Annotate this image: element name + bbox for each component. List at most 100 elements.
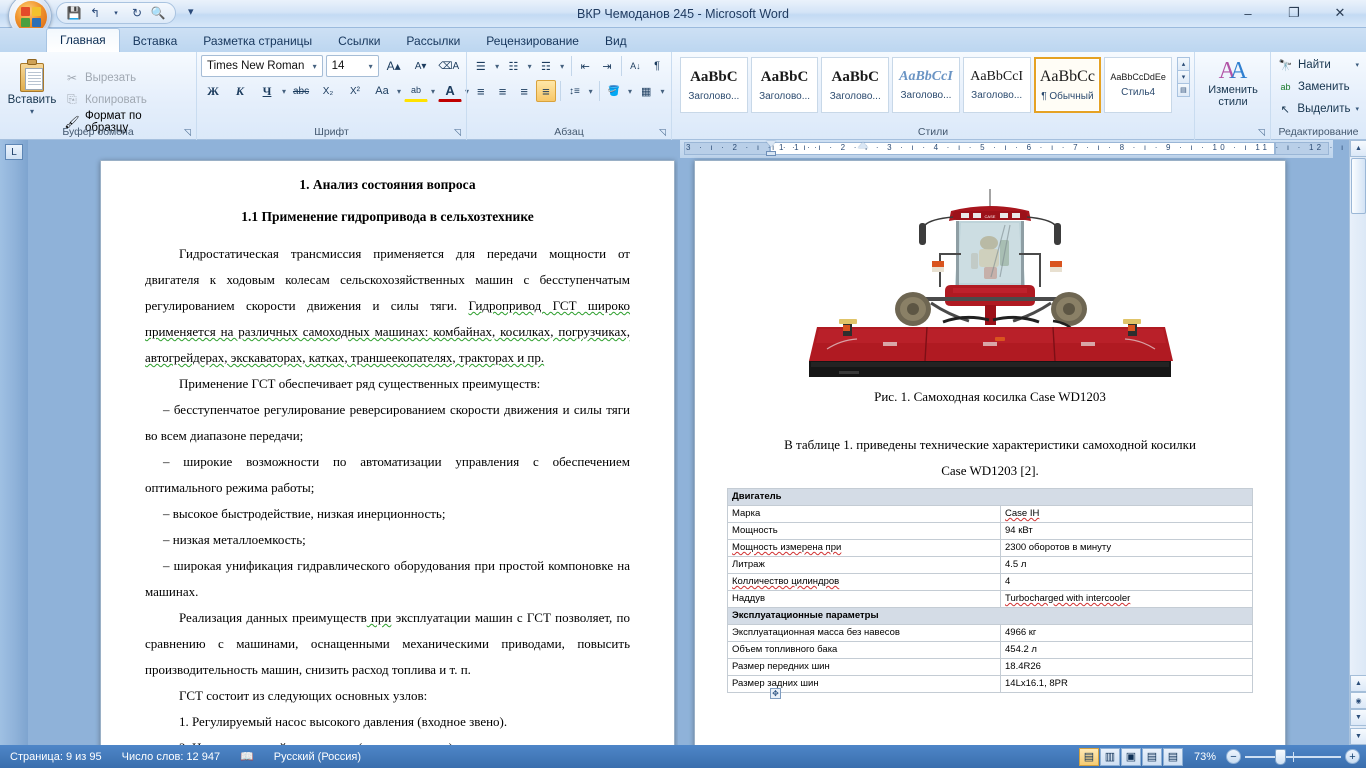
decrease-indent-button[interactable]: ⇤ xyxy=(575,55,595,77)
zoom-slider-thumb[interactable] xyxy=(1275,748,1286,765)
view-print-layout-icon[interactable]: ▤ xyxy=(1078,747,1099,766)
show-formatting-marks-button[interactable]: ¶ xyxy=(647,55,667,77)
zoom-slider[interactable]: − + xyxy=(1226,748,1360,765)
highlight-dropdown-icon[interactable]: ▾ xyxy=(431,80,435,102)
select-button[interactable]: ↖ Выделить ▾ xyxy=(1275,99,1362,119)
table-row[interactable]: Литраж 4.5 л xyxy=(727,556,1253,574)
multilevel-list-button[interactable]: ☶ xyxy=(536,55,556,77)
document-page-left[interactable]: 1. Анализ состояния вопроса 1.1 Применен… xyxy=(100,160,675,745)
clear-formatting-button[interactable]: ⌫A xyxy=(436,55,462,77)
status-zoom-level[interactable]: 73% xyxy=(1190,745,1220,768)
font-color-button[interactable]: A xyxy=(438,80,463,102)
font-size-combo[interactable]: 14 ▾ xyxy=(325,55,379,77)
scroll-up-icon[interactable]: ▲ xyxy=(1350,140,1366,157)
justify-button[interactable]: ≡ xyxy=(536,80,556,102)
status-page-number[interactable]: Страница: 9 из 95 xyxy=(0,745,112,768)
undo-icon[interactable]: ↰ xyxy=(86,4,104,22)
font-name-combo[interactable]: Times New Roman ▾ xyxy=(201,55,323,77)
subscript-button[interactable]: X₂ xyxy=(316,80,340,102)
undo-dropdown-icon[interactable]: ▾ xyxy=(107,4,125,22)
print-preview-icon[interactable]: 🔍 xyxy=(149,4,167,22)
spec-table[interactable]: Двигатель Марка Case IH Мощность 94 кВт xyxy=(727,488,1253,693)
style-item[interactable]: AaBbC Заголово... xyxy=(821,57,890,113)
find-button[interactable]: 🔭 Найти ▾ xyxy=(1275,55,1362,75)
sort-button[interactable]: A↓ xyxy=(626,55,646,77)
table-row[interactable]: Объем топливного бака 454.2 л xyxy=(727,641,1253,659)
horizontal-ruler[interactable]: 3 · ı · 2 · ı · 1 · ı · ı · 1 · ı · 2 · … xyxy=(680,140,1350,158)
change-case-dropdown-icon[interactable]: ▾ xyxy=(397,80,401,102)
table-row-header-engine[interactable]: Двигатель xyxy=(727,488,1253,506)
underline-button[interactable]: Ч xyxy=(255,80,279,102)
replace-button[interactable]: ab Заменить xyxy=(1275,77,1362,97)
table-row[interactable]: Марка Case IH xyxy=(727,505,1253,523)
table-row[interactable]: Эксплуатационная масса без навесов 4966 … xyxy=(727,624,1253,642)
find-dropdown-icon[interactable]: ▾ xyxy=(1355,61,1359,69)
tab-insert[interactable]: Вставка xyxy=(120,30,191,52)
chevron-down-icon[interactable]: ▾ xyxy=(310,62,320,71)
multilevel-dropdown-icon[interactable]: ▾ xyxy=(558,55,567,77)
status-word-count[interactable]: Число слов: 12 947 xyxy=(112,745,230,768)
scrollbar-thumb[interactable] xyxy=(1351,158,1366,214)
table-move-handle[interactable]: ✥ xyxy=(770,688,781,699)
borders-button[interactable]: ▦ xyxy=(636,80,656,102)
scroll-down-icon[interactable]: ▼ xyxy=(1350,728,1366,745)
view-web-layout-icon[interactable]: ▣ xyxy=(1120,747,1141,766)
select-dropdown-icon[interactable]: ▾ xyxy=(1355,105,1359,113)
highlight-button[interactable]: ab xyxy=(404,80,429,102)
style-item[interactable]: AaBbCcI Заголово... xyxy=(962,57,1031,113)
maximize-button[interactable]: ❐ xyxy=(1272,2,1316,24)
table-row[interactable]: Размер задних шин 14Lx16.1, 8PR xyxy=(727,675,1253,693)
document-body-left[interactable]: 1. Анализ состояния вопроса 1.1 Применен… xyxy=(101,161,674,745)
strikethrough-button[interactable]: abc xyxy=(289,80,313,102)
zoom-in-button[interactable]: + xyxy=(1345,749,1360,764)
style-item[interactable]: AaBbC Заголово... xyxy=(750,57,819,113)
customize-quick-access-icon[interactable]: ▾ xyxy=(188,5,194,18)
document-page-right[interactable]: CASE Рис. 1. Самоходная косилка Case WD1… xyxy=(694,160,1286,745)
table-row[interactable]: Мощность измерена при 2300 оборотов в ми… xyxy=(727,539,1253,557)
tab-mailings[interactable]: Рассылки xyxy=(393,30,473,52)
table-row[interactable]: Колличество цилиндров 4 xyxy=(727,573,1253,591)
minimize-button[interactable]: – xyxy=(1226,2,1270,24)
grow-font-button[interactable]: A▴ xyxy=(382,55,406,77)
left-indent-marker[interactable] xyxy=(766,151,776,156)
style-item[interactable]: AaBbC Заголово... xyxy=(680,57,748,113)
document-body-right[interactable]: CASE Рис. 1. Самоходная косилка Case WD1… xyxy=(695,161,1285,693)
clipboard-dialog-launcher[interactable]: ◹ xyxy=(182,127,193,138)
style-item[interactable]: AaBbCcDdEe Стиль4 xyxy=(1104,57,1172,113)
status-language[interactable]: Русский (Россия) xyxy=(264,745,371,768)
change-case-button[interactable]: Aa xyxy=(370,80,394,102)
numbering-button[interactable]: ☷ xyxy=(504,55,524,77)
select-browse-object-icon[interactable]: ◉ xyxy=(1350,692,1366,709)
increase-indent-button[interactable]: ⇥ xyxy=(597,55,617,77)
line-spacing-button[interactable]: ↕≡ xyxy=(565,80,585,102)
underline-dropdown-icon[interactable]: ▾ xyxy=(282,80,286,102)
bullets-button[interactable]: ☰ xyxy=(471,55,491,77)
italic-button[interactable]: К xyxy=(228,80,252,102)
tab-page-layout[interactable]: Разметка страницы xyxy=(190,30,325,52)
styles-scroll-down-icon[interactable]: ▾ xyxy=(1176,70,1190,84)
bold-button[interactable]: Ж xyxy=(201,80,225,102)
bullets-dropdown-icon[interactable]: ▾ xyxy=(493,55,502,77)
align-center-button[interactable]: ≡ xyxy=(493,80,513,102)
view-full-screen-reading-icon[interactable]: ▥ xyxy=(1099,747,1120,766)
close-button[interactable]: ✕ xyxy=(1318,2,1362,24)
style-item[interactable]: AaBbCcI Заголово... xyxy=(892,57,960,113)
superscript-button[interactable]: X² xyxy=(343,80,367,102)
chevron-down-icon[interactable]: ▾ xyxy=(366,62,376,71)
first-line-indent-marker[interactable] xyxy=(766,141,776,147)
paragraph-dialog-launcher[interactable]: ◹ xyxy=(657,127,668,138)
line-spacing-dropdown-icon[interactable]: ▾ xyxy=(586,80,595,102)
save-icon[interactable]: 💾 xyxy=(65,4,83,22)
view-outline-icon[interactable]: ▤ xyxy=(1141,747,1162,766)
table-row[interactable]: Размер передних шин 18.4R26 xyxy=(727,658,1253,676)
previous-page-icon[interactable]: ▲ xyxy=(1350,675,1366,692)
view-draft-icon[interactable]: ▤ xyxy=(1162,747,1183,766)
numbering-dropdown-icon[interactable]: ▾ xyxy=(525,55,534,77)
hanging-indent-marker[interactable] xyxy=(858,142,868,148)
styles-scroll-up-icon[interactable]: ▴ xyxy=(1176,57,1190,71)
table-row[interactable]: Наддув Turbocharged with intercooler xyxy=(727,590,1253,608)
cut-button[interactable]: ✂ Вырезать xyxy=(60,68,192,88)
copy-button[interactable]: ⎘ Копировать xyxy=(60,90,192,110)
tab-stop-selector[interactable]: L xyxy=(5,144,23,160)
align-right-button[interactable]: ≡ xyxy=(514,80,534,102)
